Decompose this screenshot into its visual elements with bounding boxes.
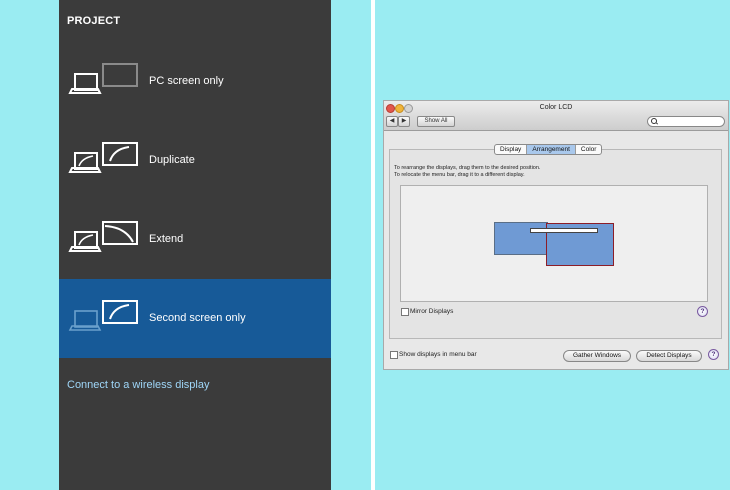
option-pc-screen-only[interactable]: PC screen only <box>59 42 331 121</box>
connect-wireless-display-link[interactable]: Connect to a wireless display <box>67 379 209 391</box>
display-preferences-window: Color LCD ◀ ▶ Show All Display Arrangeme… <box>383 100 729 370</box>
search-field[interactable] <box>647 116 725 127</box>
menu-bar-indicator[interactable] <box>530 228 598 233</box>
extend-icon <box>68 221 138 252</box>
help-icon[interactable]: ? <box>697 306 708 317</box>
show-displays-in-menu-bar-checkbox[interactable] <box>390 351 398 359</box>
option-extend[interactable]: Extend <box>59 200 331 279</box>
option-label: Duplicate <box>149 154 195 166</box>
option-duplicate[interactable]: Duplicate <box>59 121 331 200</box>
forward-button[interactable]: ▶ <box>398 116 410 127</box>
second-screen-only-icon <box>68 300 138 331</box>
tab-arrangement[interactable]: Arrangement <box>526 145 575 154</box>
title-bar: Color LCD ◀ ▶ Show All <box>384 101 728 131</box>
show-all-button[interactable]: Show All <box>417 116 455 127</box>
tab-bar: Display Arrangement Color <box>494 144 603 155</box>
mirror-displays-checkbox[interactable] <box>401 308 409 316</box>
show-displays-in-menu-bar-label: Show displays in menu bar <box>399 351 477 358</box>
mirror-displays-label: Mirror Displays <box>410 308 454 315</box>
tab-color[interactable]: Color <box>574 145 602 154</box>
option-label: Second screen only <box>149 312 246 324</box>
option-label: PC screen only <box>149 75 224 87</box>
help-icon[interactable]: ? <box>708 349 719 360</box>
search-icon <box>651 118 657 124</box>
option-second-screen-only[interactable]: Second screen only <box>59 279 331 358</box>
instructions: To rearrange the displays, drag them to … <box>394 165 540 179</box>
instruction-line: To rearrange the displays, drag them to … <box>394 165 541 171</box>
gather-windows-button[interactable]: Gather Windows <box>563 350 631 362</box>
option-label: Extend <box>149 233 184 245</box>
divider <box>371 0 375 490</box>
display-arrangement-area <box>400 185 708 302</box>
project-pane: PROJECT PC screen only Duplicate Extend <box>59 0 331 490</box>
back-button[interactable]: ◀ <box>386 116 398 127</box>
tab-display[interactable]: Display <box>495 145 526 154</box>
pc-screen-only-icon <box>68 63 138 94</box>
display-1[interactable] <box>494 222 548 255</box>
project-title: PROJECT <box>67 15 121 27</box>
window-title: Color LCD <box>539 104 573 111</box>
detect-displays-button[interactable]: Detect Displays <box>636 350 702 362</box>
duplicate-icon <box>68 142 138 173</box>
instruction-line: To relocate the menu bar, drag it to a d… <box>394 172 525 178</box>
